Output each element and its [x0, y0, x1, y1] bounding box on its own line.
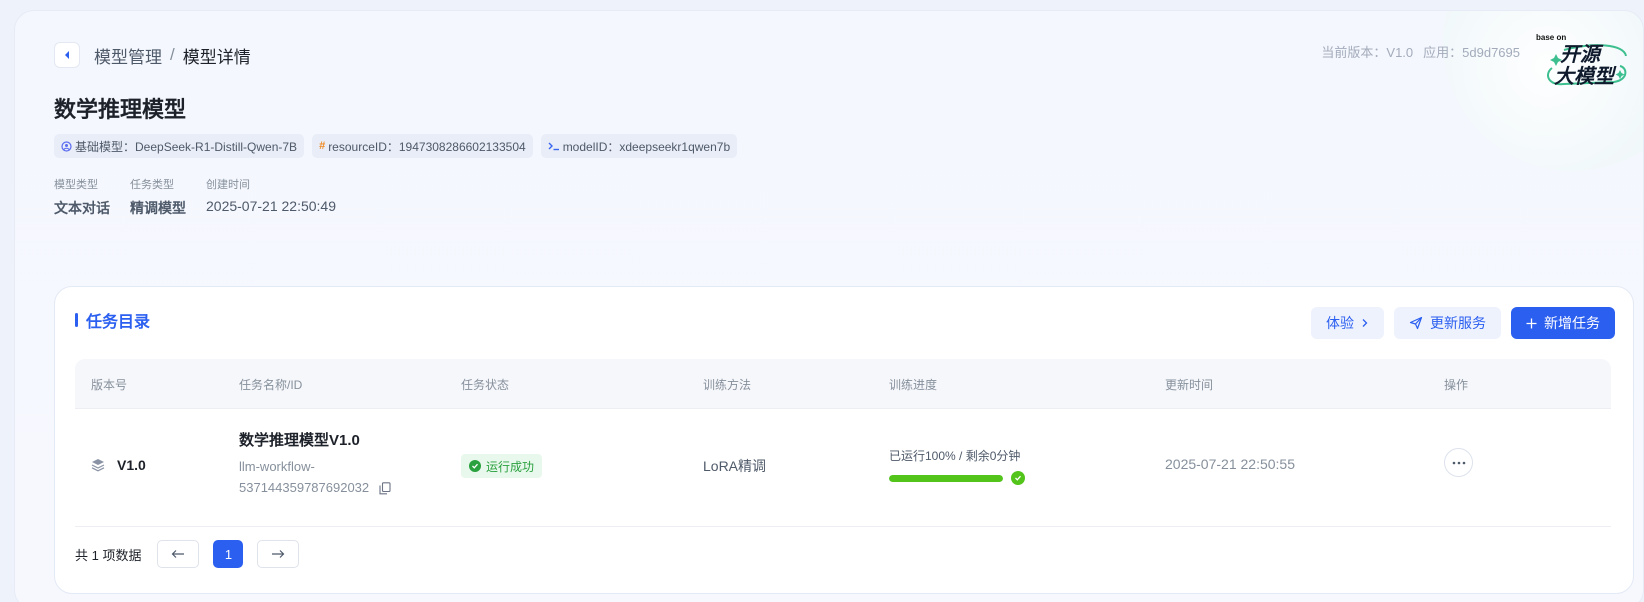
tag-base-model-text: 基础模型：DeepSeek-R1-Distill-Qwen-7B: [75, 139, 298, 154]
arrow-left-icon: [172, 550, 185, 558]
task-id-line-1: llm-workflow-: [239, 459, 315, 474]
try-button[interactable]: 体验: [1311, 307, 1384, 339]
tag-resource-id-text: resourceID：1947308286602133504: [328, 139, 526, 154]
tag-base-model: 基础模型：DeepSeek-R1-Distill-Qwen-7B: [54, 134, 305, 158]
plus-icon: [1526, 318, 1537, 328]
breadcrumb-separator: /: [170, 45, 175, 64]
page-title: 数学推理模型: [54, 97, 187, 122]
task-name-cell: 数学推理模型V1.0 llm-workflow- 537144359787692…: [239, 429, 391, 498]
hash-icon: #: [319, 140, 326, 152]
table-header: 版本号 任务名称/ID 任务状态 训练方法 训练进度 更新时间 操作: [75, 359, 1611, 409]
card-title: 任务目录: [75, 308, 150, 332]
back-arrow-icon: [65, 51, 69, 59]
update-service-label: 更新服务: [1430, 315, 1486, 331]
model-tags: 基础模型：DeepSeek-R1-Distill-Qwen-7B # resou…: [54, 134, 738, 158]
col-updated: 更新时间: [1165, 378, 1214, 392]
tag-resource-id: # resourceID：1947308286602133504: [312, 134, 533, 158]
task-id-line-2-wrap: 537144359787692032: [239, 477, 391, 498]
copy-icon[interactable]: [379, 482, 391, 495]
current-version: 当前版本：V1.0: [1321, 45, 1414, 60]
more-icon: [1452, 461, 1465, 464]
version-cell: V1.0: [91, 457, 146, 473]
meta-task-type: 任务类型 精调模型: [130, 176, 186, 218]
prev-page-button[interactable]: [157, 540, 200, 568]
task-id-line-2: 537144359787692032: [239, 480, 370, 495]
meta-label: 创建时间: [206, 179, 250, 191]
new-task-button[interactable]: 新增任务: [1511, 307, 1615, 339]
col-method: 训练方法: [703, 378, 752, 392]
card-actions: 体验 更新服务 新增任务: [1311, 307, 1615, 339]
pagination-total: 共 1 项数据: [75, 547, 142, 563]
more-actions-button[interactable]: [1444, 448, 1473, 477]
check-circle-icon: [469, 460, 481, 472]
col-actions: 操作: [1444, 378, 1469, 392]
col-status: 任务状态: [461, 378, 510, 392]
model-icon: [61, 140, 72, 152]
col-task-name: 任务名称/ID: [239, 378, 303, 392]
meta-label: 任务类型: [130, 179, 174, 191]
model-meta: 模型类型 文本对话 任务类型 精调模型 创建时间 2025-07-21 22:5…: [54, 176, 336, 218]
meta-model-type: 模型类型 文本对话: [54, 176, 110, 218]
progress-bar-fill: [889, 474, 1003, 482]
meta-value: 精调模型: [130, 200, 186, 216]
status-text: 运行成功: [486, 459, 535, 474]
card-title-text: 任务目录: [86, 314, 151, 331]
breadcrumb-current: 模型详情: [182, 47, 251, 67]
pagination: 共 1 项数据 1: [75, 540, 300, 568]
next-page-button[interactable]: [257, 540, 300, 568]
title-accent-bar: [75, 313, 78, 327]
task-name[interactable]: 数学推理模型V1.0: [239, 429, 391, 450]
progress-bar: [889, 474, 1003, 482]
back-button[interactable]: [54, 42, 80, 68]
logo-line-2: 大模型: [1554, 66, 1614, 88]
table-row[interactable]: V1.0 数学推理模型V1.0 llm-workflow- 5371443597…: [75, 409, 1611, 527]
new-task-label: 新增任务: [1544, 315, 1600, 331]
meta-label: 模型类型: [54, 179, 98, 191]
progress-text: 已运行100% / 剩余0分钟: [889, 449, 1021, 463]
chevron-right-icon: [1362, 319, 1368, 327]
tag-model-id: modelID：xdeepseekr1qwen7b: [540, 134, 738, 158]
breadcrumb-parent[interactable]: 模型管理: [94, 43, 162, 68]
task-directory-card: 任务目录 体验 更新服务 新增任务 版本号 任务名称/ID 任务状态 训练方法 …: [54, 286, 1634, 594]
send-icon: [1409, 316, 1423, 330]
meta-value: 文本对话: [54, 200, 110, 216]
breadcrumb: 模型管理 / 模型详情: [54, 42, 251, 68]
training-method: LoRA精调: [703, 458, 767, 474]
progress-track: [889, 471, 1025, 485]
task-table: 版本号 任务名称/ID 任务状态 训练方法 训练进度 更新时间 操作 V1.0 …: [75, 359, 1611, 527]
check-circle-icon: [1011, 471, 1025, 485]
update-service-button[interactable]: 更新服务: [1394, 307, 1501, 339]
version-text: V1.0: [117, 457, 146, 473]
tag-model-id-text: modelID：xdeepseekr1qwen7b: [562, 139, 731, 154]
training-progress: 已运行100% / 剩余0分钟: [889, 447, 1025, 485]
updated-time: 2025-07-21 22:50:55: [1165, 456, 1295, 472]
logo: base on 开源 大模型: [1534, 32, 1630, 90]
arrow-right-icon: [272, 550, 285, 558]
col-version: 版本号: [91, 378, 128, 392]
try-button-label: 体验: [1326, 315, 1354, 331]
meta-created-time: 创建时间 2025-07-21 22:50:49: [206, 176, 336, 218]
status-badge: 运行成功: [461, 454, 543, 478]
page-number[interactable]: 1: [213, 540, 244, 568]
col-progress: 训练进度: [889, 378, 938, 392]
meta-value: 2025-07-21 22:50:49: [206, 198, 336, 214]
layers-icon: [91, 459, 105, 472]
app-id: 应用：5d9d7695: [1423, 45, 1520, 60]
version-info: 当前版本：V1.0 应用：5d9d7695: [1321, 42, 1520, 61]
terminal-icon: [548, 142, 559, 151]
